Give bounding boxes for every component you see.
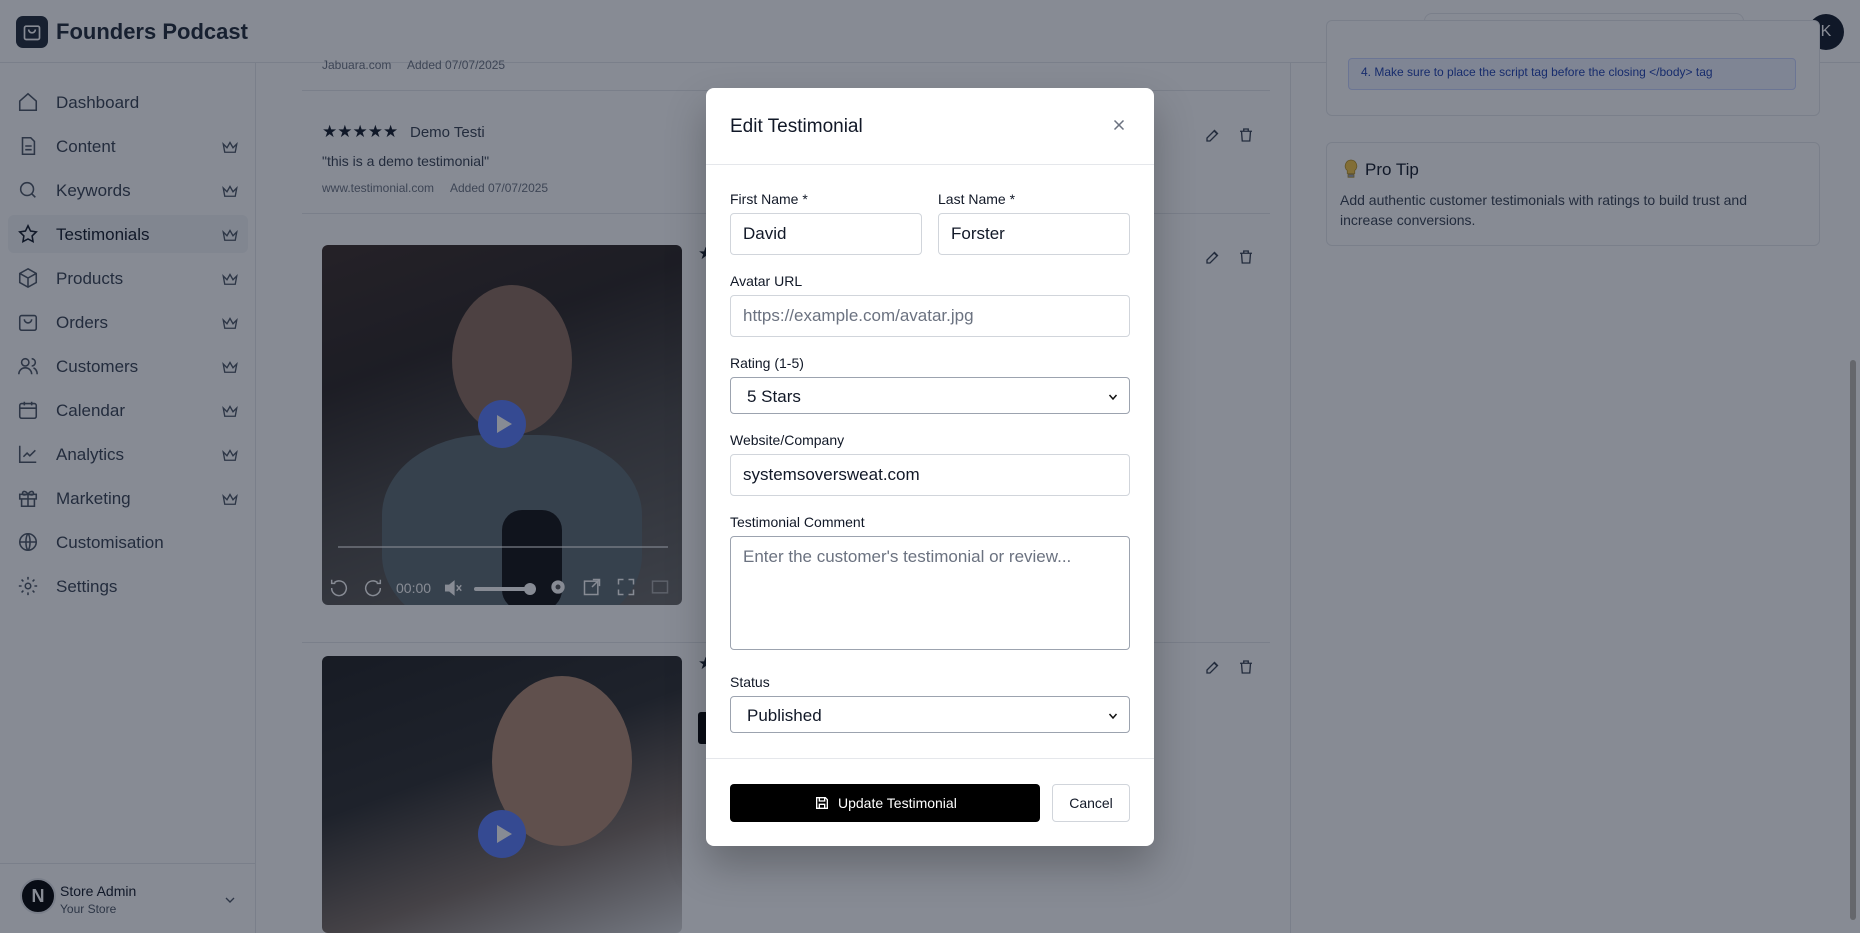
website-input[interactable]	[730, 454, 1130, 496]
status-select[interactable]: Published	[730, 696, 1130, 733]
chevron-down-icon	[1108, 713, 1118, 720]
update-testimonial-button[interactable]: Update Testimonial	[730, 784, 1040, 822]
cancel-button[interactable]: Cancel	[1052, 784, 1130, 822]
comment-textarea[interactable]	[730, 536, 1130, 650]
first-name-label: First Name *	[730, 191, 808, 207]
rating-select-value: 5 Stars	[747, 387, 801, 406]
divider	[706, 758, 1154, 759]
last-name-label: Last Name *	[938, 191, 1016, 207]
save-icon	[816, 797, 828, 809]
avatar-url-label: Avatar URL	[730, 273, 803, 289]
rating-label: Rating (1-5)	[730, 355, 804, 371]
rating-select[interactable]: 5 Stars	[730, 377, 1130, 414]
website-label: Website/Company	[730, 432, 845, 448]
comment-label: Testimonial Comment	[730, 514, 865, 530]
status-select-value: Published	[747, 706, 822, 725]
scrollbar[interactable]	[1850, 360, 1856, 920]
status-label: Status	[730, 674, 770, 690]
modal-title: Edit Testimonial	[730, 116, 863, 137]
edit-testimonial-modal: Edit Testimonial First Name * Last Name …	[706, 88, 1154, 846]
last-name-input[interactable]	[938, 213, 1130, 255]
close-icon[interactable]	[1110, 116, 1128, 134]
divider	[706, 164, 1154, 165]
chevron-down-icon	[1108, 394, 1118, 401]
update-button-label: Update Testimonial	[838, 795, 957, 811]
avatar-url-input[interactable]	[730, 295, 1130, 337]
first-name-input[interactable]	[730, 213, 922, 255]
